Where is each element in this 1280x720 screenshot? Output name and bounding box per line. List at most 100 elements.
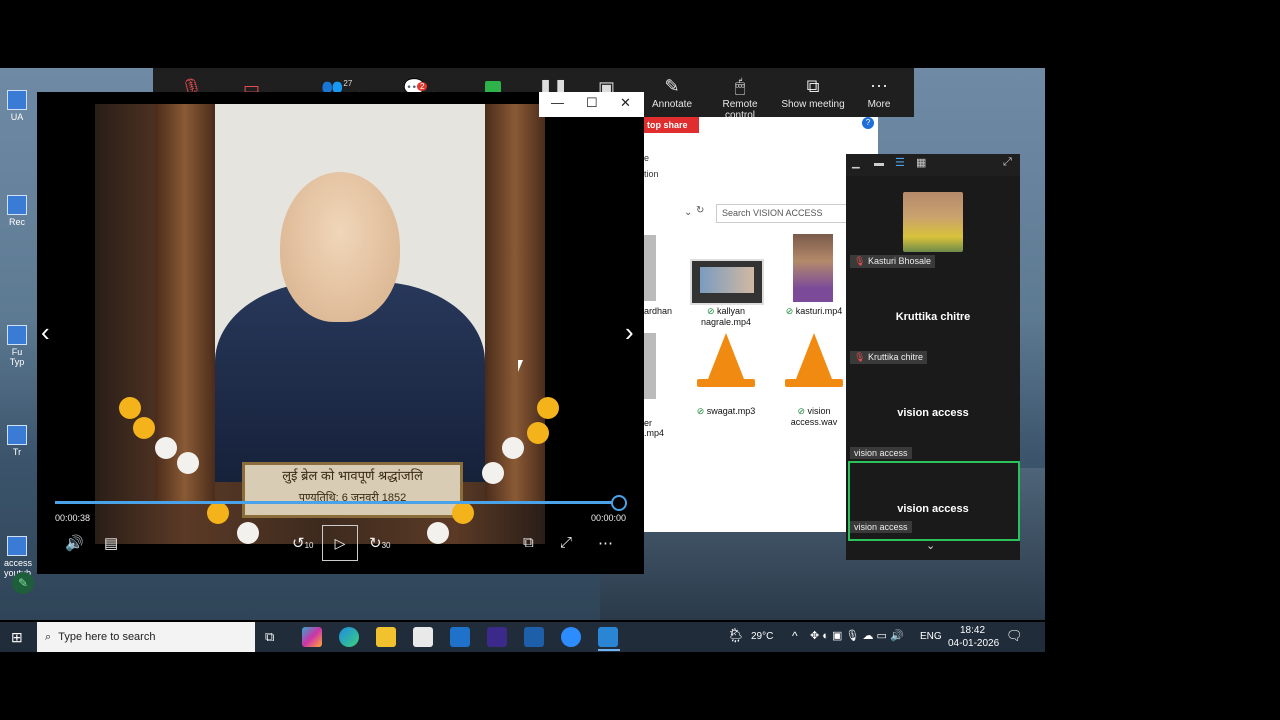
sync-check-icon: ⊘ xyxy=(696,406,705,416)
maximize-icon[interactable]: ☐ xyxy=(586,95,598,111)
search-icon: ⌕ xyxy=(45,631,52,643)
skip-back-button[interactable]: ↺10 xyxy=(292,534,313,552)
time-remaining: 00:00:00 xyxy=(591,513,627,523)
garland-flower xyxy=(237,522,259,544)
file-item-ardhan[interactable]: ardhan xyxy=(644,306,674,316)
garland-flower xyxy=(119,397,141,419)
clock-date[interactable]: 04-01-2026 xyxy=(948,638,999,649)
app-icon[interactable] xyxy=(524,627,544,647)
video-thumbnail xyxy=(690,259,764,305)
minimize-icon[interactable]: ▁ xyxy=(852,158,860,169)
edge-icon[interactable] xyxy=(339,627,359,647)
video-thumbnail xyxy=(793,234,833,302)
desktop-icon-fu[interactable]: Fu Typ xyxy=(4,325,30,367)
garland-flower xyxy=(155,437,177,459)
sync-check-icon: ⊘ xyxy=(785,306,794,316)
skip-forward-button[interactable]: ↻30 xyxy=(369,534,390,552)
app-icon xyxy=(7,536,27,556)
copilot-icon[interactable] xyxy=(302,627,322,647)
vlc-cone-icon xyxy=(784,333,844,387)
more-button[interactable]: ⋯ More xyxy=(863,68,895,117)
windows-start-icon[interactable]: ⊞ xyxy=(11,629,23,646)
chevron-up-icon[interactable]: ^ xyxy=(792,629,798,643)
garland-flower xyxy=(452,502,474,524)
clock-time[interactable]: 18:42 xyxy=(960,625,985,636)
play-icon: ▷ xyxy=(334,535,346,551)
file-thumbnail xyxy=(644,333,656,399)
active-app-indicator xyxy=(598,649,620,651)
file-item-kallyan[interactable]: ⊘ kallyan nagrale.mp4 xyxy=(688,306,764,327)
seek-bar-thumb[interactable] xyxy=(611,495,627,511)
task-view-icon[interactable]: ⧉ xyxy=(265,629,274,645)
weather-icon[interactable]: 🌦 xyxy=(727,627,745,644)
captions-icon[interactable]: ▤ xyxy=(104,534,118,552)
speaker-view-icon[interactable]: ▬ xyxy=(874,158,884,169)
volume-icon[interactable]: 🔊 xyxy=(65,534,84,552)
fullscreen-icon[interactable]: ⤢ xyxy=(560,534,572,551)
garland-flower xyxy=(482,462,504,484)
explorer-search-input[interactable]: Search VISION ACCESS xyxy=(716,204,851,223)
garland-flower xyxy=(537,397,559,419)
strip-view-icon[interactable]: ☰ xyxy=(895,156,905,169)
nvda-icon[interactable] xyxy=(487,627,507,647)
participant-label: 🎙 Kasturi Bhosale xyxy=(850,255,935,268)
system-tray-icons[interactable]: ✥ ◐ ▣ 🎙 ☁ ▭ 🔊 xyxy=(810,629,904,642)
participant-label: 🎙 Kruttika chitre xyxy=(850,351,927,364)
file-item-kasturi[interactable]: ⊘ kasturi.mp4 xyxy=(782,306,846,317)
sync-check-icon: ⊘ xyxy=(797,406,805,416)
expand-icon[interactable]: ⤢ xyxy=(1003,156,1012,169)
file-explorer-icon[interactable] xyxy=(376,627,396,647)
help-icon[interactable]: ? xyxy=(862,117,874,129)
memorial-plaque: लुई ब्रेल को भावपूर्ण श्रद्धांजलि पुण्यत… xyxy=(242,462,463,518)
player-window-controls: — ☐ ✕ xyxy=(539,92,644,117)
zoom-gallery-panel: ▁ ▬ ☰ ▦ ⤢ 🎙 Kasturi Bhosale Kruttika chi… xyxy=(846,154,1020,560)
desktop-icon-recycle[interactable]: Rec xyxy=(4,195,30,227)
remote-control-button[interactable]: 🖱 Remote control xyxy=(707,68,773,121)
close-icon[interactable]: ✕ xyxy=(620,95,631,111)
language-indicator[interactable]: ENG xyxy=(920,631,942,642)
zoom-icon[interactable] xyxy=(561,627,581,647)
explorer-partial-text: tion xyxy=(644,169,659,179)
outlook-icon[interactable] xyxy=(450,627,470,647)
chevron-down-icon[interactable]: ⌄ xyxy=(926,539,935,552)
show-meeting-button[interactable]: ⧉ Show meeting xyxy=(781,68,845,117)
media-player-icon[interactable] xyxy=(598,627,618,647)
more-options-icon[interactable]: ⋯ xyxy=(598,534,613,552)
gallery-header: ▁ ▬ ☰ ▦ ⤢ xyxy=(846,154,1020,176)
file-item-vision-access[interactable]: ⊘ vision access.wav xyxy=(782,406,846,427)
participant-video-kasturi xyxy=(903,192,963,252)
skip-forward-seconds: 30 xyxy=(381,541,391,550)
garland-flower xyxy=(177,452,199,474)
taskbar-search-box[interactable]: ⌕ Type here to search xyxy=(37,622,255,652)
annotate-button[interactable]: ✎ Annotate xyxy=(649,68,695,117)
previous-arrow-icon[interactable]: ‹ xyxy=(41,317,50,348)
desktop-icon-ua[interactable]: UA xyxy=(4,90,30,122)
garland-flower xyxy=(207,502,229,524)
chevron-down-icon[interactable]: ⌄ xyxy=(684,207,692,218)
seek-bar[interactable] xyxy=(55,501,617,504)
participant-label: vision access xyxy=(850,521,912,533)
play-button[interactable]: ▷ xyxy=(322,525,358,561)
sync-check-icon: ⊘ xyxy=(706,306,715,316)
refresh-icon[interactable]: ↻ xyxy=(696,205,704,216)
next-arrow-icon[interactable]: › xyxy=(625,317,634,348)
minimize-icon[interactable]: — xyxy=(551,95,564,110)
annotate-pen-icon[interactable]: ✎ xyxy=(12,572,34,594)
notifications-icon[interactable]: 🗨 xyxy=(1006,628,1023,644)
participants-count: 27 xyxy=(343,79,353,88)
pencil-icon: ✎ xyxy=(664,76,680,96)
plaque-title: लुई ब्रेल को भावपूर्ण श्रद्धांजलि xyxy=(282,468,423,483)
mini-player-icon[interactable]: ⧉ xyxy=(523,534,534,551)
store-icon[interactable] xyxy=(413,627,433,647)
file-item-swagat[interactable]: ⊘ swagat.mp3 xyxy=(688,406,764,417)
stop-share-button[interactable]: top share xyxy=(644,117,699,133)
weather-temp: 29°C xyxy=(751,631,774,642)
recycle-bin-icon xyxy=(7,195,27,215)
plaque-date: पुण्यतिथि: 6 जनवरी 1852 xyxy=(298,492,407,504)
app-icon xyxy=(7,325,27,345)
desktop-icon-tr[interactable]: Tr xyxy=(4,425,30,457)
more-icon: ⋯ xyxy=(870,76,888,96)
gallery-grid-icon[interactable]: ▦ xyxy=(916,156,926,169)
file-item-er[interactable]: er .mp4 xyxy=(644,418,674,438)
garland-flower xyxy=(527,422,549,444)
